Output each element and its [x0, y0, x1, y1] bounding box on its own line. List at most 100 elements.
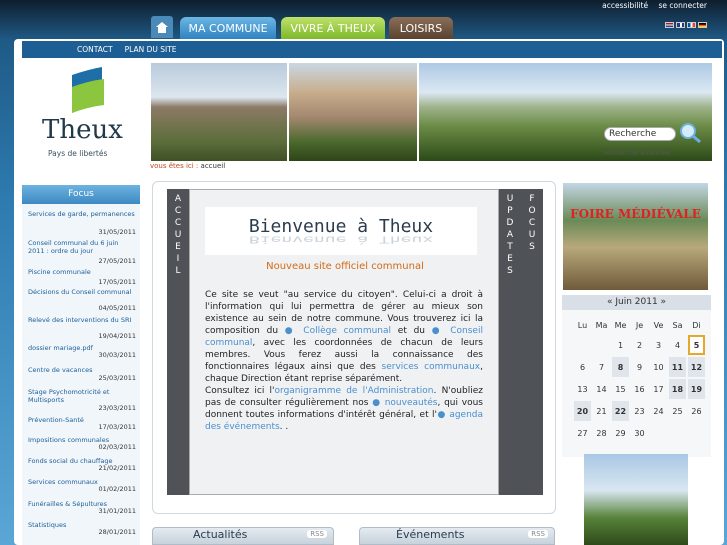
- calendar-day[interactable]: 16: [631, 379, 648, 399]
- contact-link[interactable]: CONTACT: [77, 45, 113, 54]
- calendar-day[interactable]: 8: [612, 357, 629, 377]
- tab-focus[interactable]: FOCUS: [521, 189, 543, 495]
- list-item[interactable]: Conseil communal du 6 juin 2011 : ordre …: [28, 239, 136, 265]
- item-date: 28/01/2011: [98, 528, 136, 536]
- calendar-day[interactable]: 26: [688, 401, 705, 421]
- calendar-day[interactable]: 2: [631, 335, 648, 355]
- welcome-subtitle: Nouveau site officiel communal: [266, 261, 424, 272]
- calendar-day[interactable]: 27: [574, 423, 591, 443]
- calendar-day[interactable]: 20: [574, 401, 591, 421]
- calendar-day[interactable]: 4: [669, 335, 686, 355]
- calendar-day[interactable]: 15: [612, 379, 629, 399]
- calendar-day[interactable]: 24: [650, 401, 667, 421]
- college-link[interactable]: ● Collège communal: [285, 326, 391, 336]
- english-flag-icon[interactable]: [676, 22, 685, 28]
- list-item[interactable]: Centre de vacances 25/03/2011: [28, 366, 136, 382]
- item-title[interactable]: Services communaux: [28, 478, 98, 486]
- tab-loisirs[interactable]: LOISIRS: [389, 17, 453, 39]
- calendar-day[interactable]: 5: [688, 335, 705, 355]
- item-title[interactable]: Statistiques: [28, 521, 66, 529]
- breadcrumb-current[interactable]: accueil: [201, 162, 226, 170]
- search-input[interactable]: Recherche: [604, 127, 676, 141]
- weekday-header: Lu: [577, 320, 588, 330]
- calendar-day[interactable]: 9: [631, 357, 648, 377]
- events-box-header[interactable]: Événements RSS: [359, 527, 555, 545]
- services-link[interactable]: services communaux: [382, 362, 481, 372]
- calendar-day[interactable]: 13: [574, 379, 591, 399]
- accessibility-link[interactable]: accessibilité: [602, 1, 648, 10]
- french-flag-icon[interactable]: [687, 22, 696, 28]
- german-flag-icon[interactable]: [698, 22, 707, 28]
- list-item[interactable]: Impositions communales 02/03/2011: [28, 436, 136, 451]
- item-title[interactable]: Services de garde, permanences: [28, 210, 135, 218]
- calendar-day[interactable]: 25: [669, 401, 686, 421]
- link-label[interactable]: nouveautés: [385, 398, 438, 408]
- calendar-day[interactable]: 19: [688, 379, 705, 399]
- calendar-day[interactable]: 21: [593, 401, 610, 421]
- list-item[interactable]: Décisions du Conseil communal 04/05/2011: [28, 288, 136, 312]
- wind-turbine-photo[interactable]: [584, 454, 688, 545]
- calendar-day[interactable]: 14: [593, 379, 610, 399]
- tab-updates[interactable]: UPDATES: [499, 189, 521, 495]
- item-title[interactable]: Impositions communales: [28, 436, 109, 444]
- list-item[interactable]: Services communaux 01/02/2011: [28, 478, 136, 493]
- list-item[interactable]: Prévention-Santé 17/03/2011: [28, 416, 136, 431]
- tab-vivre-a-theux[interactable]: VIVRE À THEUX: [281, 17, 385, 39]
- list-item[interactable]: Piscine communale 17/05/2011: [28, 268, 136, 286]
- home-button[interactable]: [151, 16, 173, 38]
- calendar-day[interactable]: 12: [688, 357, 705, 377]
- list-item[interactable]: Relevé des interventions du SRI 19/04/201…: [28, 316, 136, 340]
- calendar-day[interactable]: 3: [650, 335, 667, 355]
- item-title[interactable]: Funérailles & Sépultures: [28, 500, 107, 508]
- calendar-day[interactable]: 6: [574, 357, 591, 377]
- calendar-day[interactable]: 11: [669, 357, 686, 377]
- link-label[interactable]: Collège communal: [303, 326, 391, 336]
- item-date: 01/02/2011: [98, 485, 136, 493]
- calendar-day[interactable]: 22: [612, 401, 629, 421]
- calendar-day[interactable]: 28: [593, 423, 610, 443]
- foire-medievale-promo[interactable]: FOIRE MÉDIÉVALE: [563, 183, 708, 290]
- calendar-day[interactable]: 23: [631, 401, 648, 421]
- list-item[interactable]: Statistiques 28/01/2011: [28, 521, 136, 536]
- calendar-day[interactable]: 1: [612, 335, 629, 355]
- list-item[interactable]: dossier mariage.pdf 30/03/2011: [28, 344, 136, 359]
- rss-icon[interactable]: RSS: [307, 530, 327, 538]
- calendar-day[interactable]: 7: [593, 357, 610, 377]
- login-link[interactable]: se connecter: [658, 1, 707, 10]
- advanced-search-link[interactable]: recherche avancée...: [603, 149, 676, 157]
- item-title[interactable]: Relevé des interventions du SRI: [28, 316, 131, 324]
- tab-accueil[interactable]: ACCUEIL: [167, 189, 189, 495]
- item-title[interactable]: Prévention-Santé: [28, 416, 84, 424]
- theux-logo[interactable]: Theux Pays de libertés: [42, 65, 123, 165]
- rss-icon[interactable]: RSS: [528, 530, 548, 538]
- welcome-title-reflection: Bienvenue à Theux: [248, 233, 434, 246]
- item-title[interactable]: Décisions du Conseil communal: [28, 288, 131, 296]
- vertical-label: ACCUEIL: [174, 194, 182, 276]
- calendar-day[interactable]: 30: [631, 423, 648, 443]
- focus-title: Focus: [22, 185, 140, 204]
- list-item[interactable]: Fonds social du chauffage 21/02/2011: [28, 457, 136, 472]
- item-title[interactable]: Piscine communale: [28, 268, 91, 276]
- news-box-header[interactable]: Actualités RSS: [152, 527, 334, 545]
- item-title[interactable]: Stage Psychomotricité et Multisports: [28, 388, 109, 404]
- calendar-day[interactable]: 29: [612, 423, 629, 443]
- list-item[interactable]: Stage Psychomotricité et Multisports 23/0…: [28, 388, 136, 412]
- tab-ma-commune[interactable]: MA COMMUNE: [180, 17, 276, 39]
- calendar-day[interactable]: 18: [669, 379, 686, 399]
- dutch-flag-icon[interactable]: [665, 22, 674, 28]
- item-title[interactable]: dossier mariage.pdf: [28, 344, 93, 352]
- item-title[interactable]: Conseil communal du 6 juin 2011 : ordre …: [28, 239, 118, 255]
- calendar-day[interactable]: 17: [650, 379, 667, 399]
- list-item[interactable]: Services de garde, permanences 31/05/2011: [28, 210, 136, 236]
- calendar-month-nav[interactable]: « Juin 2011 »: [562, 295, 711, 310]
- welcome-title: Bienvenue à Theux: [248, 216, 434, 237]
- item-title[interactable]: Centre de vacances: [28, 366, 92, 374]
- news-link[interactable]: ● nouveautés: [372, 398, 437, 408]
- calendar-day[interactable]: 10: [650, 357, 667, 377]
- item-date: 19/04/2011: [98, 332, 136, 340]
- site-map-link[interactable]: PLAN DU SITE: [125, 45, 177, 54]
- search-icon[interactable]: [678, 122, 702, 144]
- organigramme-link[interactable]: organigramme de l'Administration: [275, 386, 434, 396]
- list-item[interactable]: Funérailles & Sépultures 31/01/2011: [28, 500, 136, 515]
- welcome-text: Ce site se veut "au service du citoyen".…: [205, 289, 483, 433]
